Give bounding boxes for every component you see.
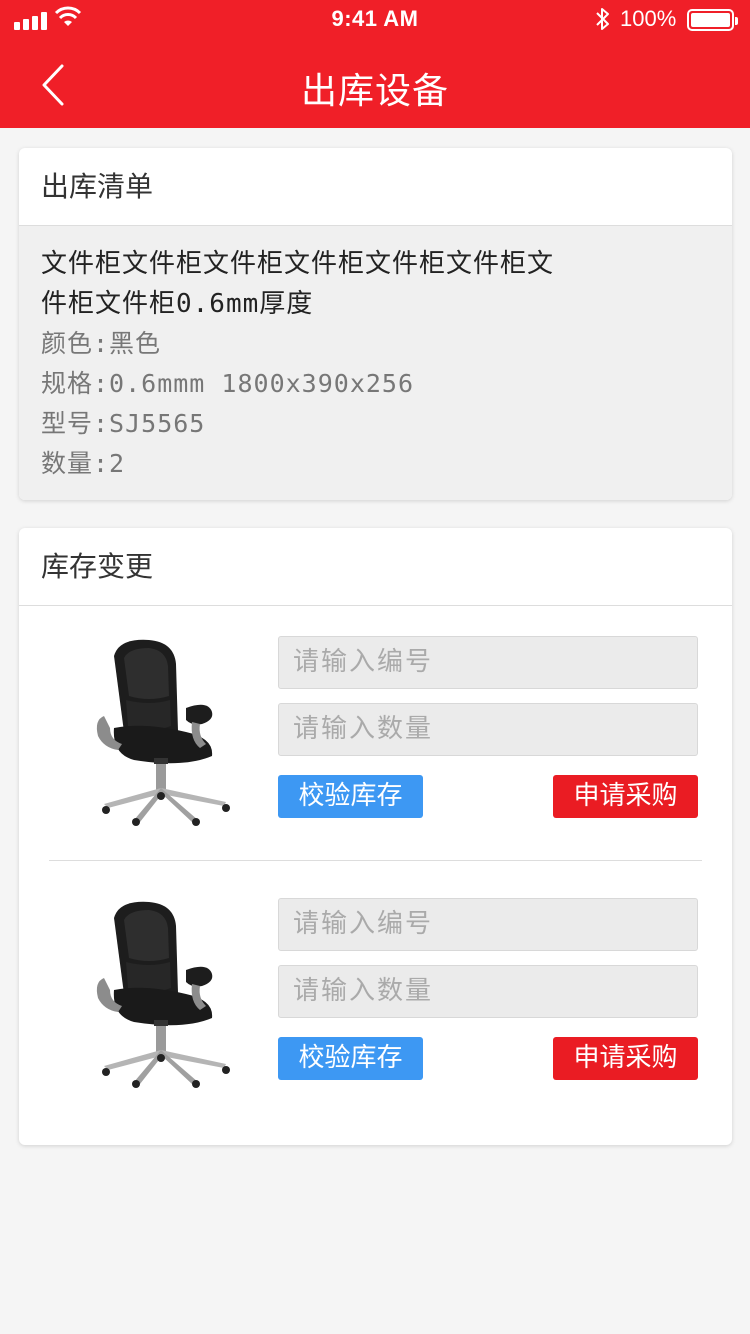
request-purchase-button[interactable]: 申请采购: [553, 1037, 698, 1080]
item-spec: 规格:0.6mmm 1800x390x256: [41, 369, 415, 398]
item-name-line2: 件柜文件柜0.6mm厚度: [41, 289, 314, 319]
item-quantity-input[interactable]: 请输入数量: [278, 703, 698, 756]
checkout-item-details: 文件柜文件柜文件柜文件柜文件柜文件柜文 件柜文件柜0.6mm厚度 颜色:黑色 规…: [19, 226, 732, 500]
item-code-input[interactable]: 请输入编号: [278, 898, 698, 951]
item-quantity-input[interactable]: 请输入数量: [278, 965, 698, 1018]
inventory-item: 请输入编号 请输入数量 校验库存 申请采购: [19, 636, 732, 866]
item-model: 型号:SJ5565: [41, 409, 206, 438]
nav-bar: 9:41 AM 100% 出库设备: [0, 0, 750, 128]
verify-stock-button[interactable]: 校验库存: [278, 775, 423, 818]
verify-stock-button[interactable]: 校验库存: [278, 1037, 423, 1080]
inventory-change-header: 库存变更: [19, 528, 732, 606]
status-bar: 9:41 AM 100%: [0, 0, 750, 40]
office-chair-image: [96, 639, 230, 826]
checkout-list-header: 出库清单: [19, 148, 732, 226]
bluetooth-icon: [596, 8, 609, 30]
inventory-change-card: 库存变更 请输入编号 请输入数量 校验库存 申请采购 请输入编号 请输入数量 校…: [19, 528, 732, 1145]
battery-icon: [687, 9, 738, 31]
item-code-input[interactable]: 请输入编号: [278, 636, 698, 689]
inventory-item: 请输入编号 请输入数量 校验库存 申请采购: [19, 898, 732, 1128]
office-chair-image: [96, 901, 230, 1088]
request-purchase-button[interactable]: 申请采购: [553, 775, 698, 818]
page-title: 出库设备: [300, 71, 449, 112]
item-color: 颜色:黑色: [41, 329, 162, 358]
item-divider: [49, 860, 702, 861]
item-name-line1: 文件柜文件柜文件柜文件柜文件柜文件柜文: [41, 249, 555, 279]
checkout-list-card: 出库清单 文件柜文件柜文件柜文件柜文件柜文件柜文 件柜文件柜0.6mm厚度 颜色…: [19, 148, 732, 500]
battery-percent: 100%: [620, 6, 677, 31]
item-quantity: 数量:2: [41, 449, 126, 478]
